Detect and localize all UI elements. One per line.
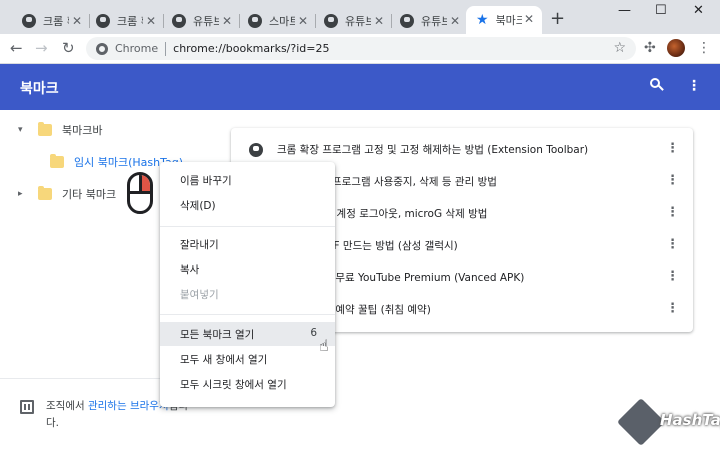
new-tab-button[interactable]: + (550, 10, 565, 28)
tab-title: 유튜브 (193, 15, 219, 28)
tab-title: 유튜브 (345, 15, 371, 28)
menu-item-rename[interactable]: 이름 바꾸기 (160, 168, 335, 192)
tab-2[interactable]: 크롬 확 ✕ (86, 8, 164, 34)
item-more-kebab-icon[interactable]: ⋮ (666, 237, 679, 253)
address-bar[interactable]: Chrome chrome://bookmarks/?id=25 ☆ (86, 37, 636, 60)
browser-toolbar: ← → ↻ Chrome chrome://bookmarks/?id=25 ☆… (0, 34, 720, 64)
item-more-kebab-icon[interactable]: ⋮ (666, 301, 679, 317)
bookmark-star-icon[interactable]: ☆ (613, 40, 626, 56)
menu-item-open-all-new-window[interactable]: 모두 새 창에서 열기 (160, 347, 335, 371)
reload-button[interactable]: ↻ (62, 40, 75, 56)
mouse-right-click-icon (127, 172, 153, 214)
hashtag-watermark: HashTag (616, 397, 720, 447)
blog-favicon-icon (172, 14, 186, 28)
bookmark-count-badge: 6 (310, 327, 317, 339)
folder-icon (38, 186, 52, 200)
item-more-kebab-icon[interactable]: ⋮ (666, 269, 679, 285)
menu-item-cut[interactable]: 잘라내기 (160, 232, 335, 256)
expand-arrow-icon[interactable]: ▾ (18, 125, 30, 135)
sidebar-item-label: 기타 북마크 (62, 188, 117, 201)
page-title: 북마크 (20, 81, 59, 97)
context-menu: 이름 바꾸기 삭제(D) 잘라내기 복사 붙여넣기 모든 북마크 열기 6 모두… (160, 162, 335, 407)
url-origin-label: Chrome (115, 42, 159, 55)
tab-title: 북마크 (495, 14, 522, 27)
menu-item-delete[interactable]: 삭제(D) (160, 193, 335, 217)
bookmark-title: 크롬 확장 프로그램 고정 및 고정 해제하는 방법 (Extension To… (277, 144, 589, 156)
menu-item-open-all-incognito[interactable]: 모두 시크릿 창에서 열기 (160, 372, 335, 396)
url-text[interactable]: chrome://bookmarks/?id=25 (173, 42, 329, 55)
sidebar-item-label: 북마크바 (62, 124, 103, 137)
tab-5[interactable]: 유튜브 ✕ (314, 8, 392, 34)
managed-browser-link[interactable]: 관리하는 브라우저 (88, 400, 169, 412)
close-icon[interactable]: ✕ (72, 14, 82, 28)
chrome-menu-kebab-icon[interactable]: ⋮ (697, 40, 711, 56)
item-more-kebab-icon[interactable]: ⋮ (666, 173, 679, 189)
folder-icon (50, 154, 64, 168)
blog-favicon-icon (96, 14, 110, 28)
extensions-puzzle-icon[interactable]: ✣ (644, 40, 656, 56)
star-icon: ★ (476, 12, 489, 28)
menu-item-label: 모든 북마크 열기 (180, 328, 255, 341)
bookmarks-header: 북마크 ⋮ (0, 64, 720, 110)
search-icon[interactable] (648, 75, 666, 95)
minimize-button[interactable]: — (618, 3, 631, 19)
item-more-kebab-icon[interactable]: ⋮ (666, 141, 679, 157)
close-window-button[interactable]: ✕ (693, 3, 704, 19)
chrome-logo-icon (96, 42, 108, 55)
tab-title: 크롬 확 (43, 15, 69, 28)
back-button[interactable]: ← (10, 40, 23, 56)
tab-title: 스마트 (269, 15, 295, 28)
hashtag-logo-icon (616, 397, 666, 447)
tab-3[interactable]: 유튜브 ✕ (162, 8, 240, 34)
close-icon[interactable]: ✕ (298, 14, 308, 28)
close-icon[interactable]: ✕ (146, 14, 156, 28)
blog-favicon-icon (249, 143, 263, 157)
more-options-kebab-icon[interactable]: ⋮ (687, 77, 701, 95)
close-icon[interactable]: ✕ (222, 14, 232, 28)
folder-icon (38, 122, 52, 136)
sidebar-item-bookmarks-bar[interactable]: ▾ 북마크바 (18, 120, 102, 140)
tab-4[interactable]: 스마트 ✕ (238, 8, 316, 34)
hand-pointer-cursor-icon: ☝ (319, 336, 329, 355)
profile-avatar[interactable] (667, 39, 685, 57)
forward-button[interactable]: → (35, 40, 48, 56)
close-icon[interactable]: ✕ (524, 12, 534, 26)
tab-title: 유튜브 (421, 15, 447, 28)
blog-favicon-icon (324, 14, 338, 28)
blog-favicon-icon (22, 14, 36, 28)
tab-strip: 크롬 확 ✕ 크롬 확 ✕ 유튜브 ✕ 스마트 ✕ 유튜브 ✕ 유튜브 ✕ ★ … (0, 0, 720, 34)
tab-1[interactable]: 크롬 확 ✕ (12, 8, 90, 34)
expand-arrow-icon[interactable]: ▸ (18, 189, 30, 199)
tab-title: 크롬 확 (117, 15, 143, 28)
tab-6[interactable]: 유튜브 ✕ (390, 8, 468, 34)
building-icon (20, 400, 34, 414)
menu-item-copy[interactable]: 복사 (160, 257, 335, 281)
blog-favicon-icon (248, 14, 262, 28)
blog-favicon-icon (400, 14, 414, 28)
menu-item-open-all[interactable]: 모든 북마크 열기 6 (160, 322, 335, 346)
item-more-kebab-icon[interactable]: ⋮ (666, 205, 679, 221)
maximize-button[interactable]: ☐ (655, 3, 667, 19)
sidebar-item-other-bookmarks[interactable]: ▸ 기타 북마크 (18, 184, 116, 204)
watermark-text: HashTag (660, 411, 720, 429)
menu-divider (160, 314, 335, 315)
tab-bookmarks-active[interactable]: ★ 북마크 ✕ (466, 6, 542, 34)
menu-divider (160, 226, 335, 227)
menu-item-paste: 붙여넣기 (180, 288, 219, 301)
close-icon[interactable]: ✕ (374, 14, 384, 28)
close-icon[interactable]: ✕ (450, 14, 460, 28)
